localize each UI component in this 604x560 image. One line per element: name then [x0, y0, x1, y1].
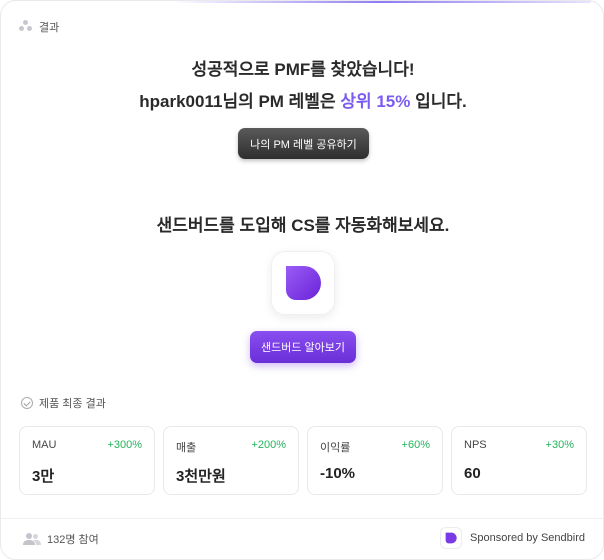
metric-change: +60% — [401, 439, 430, 451]
pm-level-text: hpark0011님의 PM 레벨은 상위 15% 입니다. — [1, 87, 603, 112]
metric-value: -10% — [320, 465, 356, 482]
metric-label: MAU — [32, 439, 57, 451]
section-label: 제품 최종 결과 — [39, 398, 106, 410]
sendbird-logo — [271, 251, 335, 315]
metrics-list: MAU +300% 3만 매출 +200% 3천만원 이익률 +60% -10%… — [19, 426, 587, 495]
promo-headline: 샌드버드를 도입해 CS를 자동화해보세요. — [156, 216, 450, 235]
metric-change: +200% — [251, 439, 286, 451]
sponsor-link[interactable]: Sponsored by Sendbird — [440, 527, 585, 549]
top-accent-line — [171, 1, 591, 3]
footer-divider — [1, 518, 603, 519]
check-circle-icon — [21, 397, 33, 409]
participants-count: 132명 참여 — [23, 531, 99, 547]
result-card: 결과 성공적으로 PMF를 찾았습니다! hpark0011님의 PM 레벨은 … — [0, 0, 604, 560]
sendbird-small-icon — [440, 527, 463, 549]
level-rank: 상위 15% — [340, 92, 411, 111]
sendbird-logo-icon — [286, 266, 321, 300]
metric-change: +30% — [545, 439, 574, 451]
metric-card-mau: MAU +300% 3만 — [19, 426, 155, 495]
metric-label: 매출 — [176, 442, 197, 454]
dots-icon — [19, 20, 33, 34]
participants-text: 132명 참여 — [47, 534, 99, 546]
metric-change: +300% — [107, 439, 142, 451]
metric-card-margin: 이익률 +60% -10% — [307, 426, 443, 495]
share-pm-level-button[interactable]: 나의 PM 레벨 공유하기 — [238, 128, 369, 159]
metrics-section-title: 제품 최종 결과 — [21, 395, 106, 411]
metric-value: 60 — [464, 465, 481, 482]
card-header: 결과 — [19, 19, 59, 35]
metric-label: NPS — [464, 439, 487, 451]
learn-sendbird-button[interactable]: 샌드버드 알아보기 — [250, 331, 356, 363]
metric-label: 이익률 — [320, 442, 351, 454]
metric-value: 3천만원 — [176, 468, 226, 485]
result-headline: 성공적으로 PMF를 찾았습니다! — [191, 60, 415, 79]
metric-card-revenue: 매출 +200% 3천만원 — [163, 426, 299, 495]
sponsor-text: Sponsored by Sendbird — [470, 532, 585, 544]
metric-card-nps: NPS +30% 60 — [451, 426, 587, 495]
level-suffix: 입니다. — [410, 92, 467, 111]
header-label: 결과 — [39, 22, 60, 34]
metric-value: 3만 — [32, 468, 55, 485]
users-icon — [23, 533, 41, 545]
level-prefix: hpark0011님의 PM 레벨은 — [139, 92, 341, 111]
